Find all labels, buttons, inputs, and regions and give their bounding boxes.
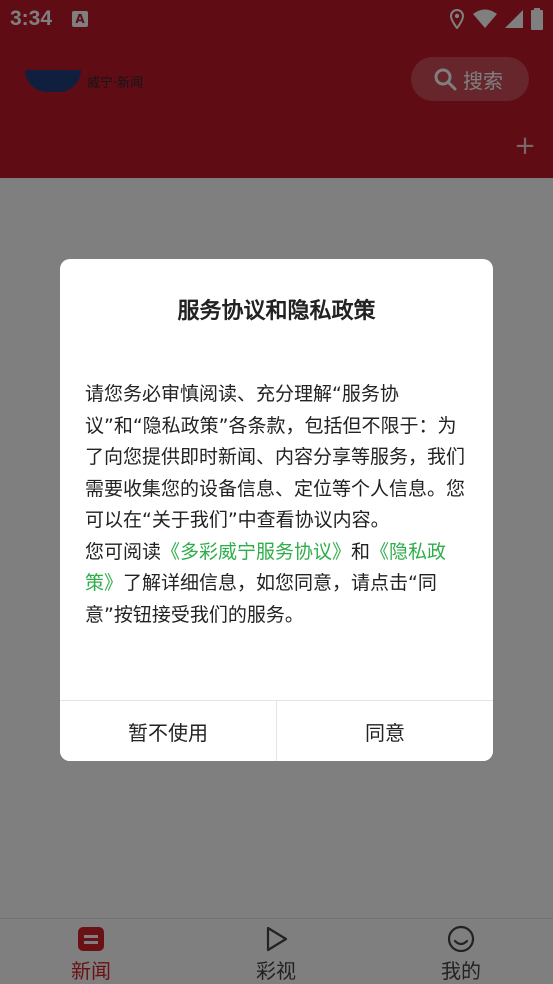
dialog-footer: 暂不使用 同意 [60,700,493,761]
privacy-dialog: 服务协议和隐私政策 请您务必审慎阅读、充分理解“服务协议”和“隐私政策”各条款，… [60,259,493,761]
decline-button[interactable]: 暂不使用 [60,701,276,761]
para2-and: 和 [351,540,371,563]
para2-suffix: 了解详细信息，如您同意，请点击“同意”按钮接受我们的服务。 [85,572,437,626]
agree-button[interactable]: 同意 [276,701,493,761]
dialog-paragraph-1: 请您务必审慎阅读、充分理解“服务协议”和“隐私政策”各条款，包括但不限于：为了向… [85,383,466,531]
dialog-paragraph-2: 您可阅读《多彩威宁服务协议》和《隐私政策》了解详细信息，如您同意，请点击“同意”… [85,537,470,632]
dialog-body: 请您务必审慎阅读、充分理解“服务协议”和“隐私政策”各条款，包括但不限于：为了向… [85,379,470,631]
service-agreement-link[interactable]: 《多彩威宁服务协议》 [161,541,351,563]
app-screen: 3:34 A 威宁·新闻 [0,0,553,984]
para2-prefix: 您可阅读 [85,540,162,563]
dialog-title: 服务协议和隐私政策 [177,299,376,324]
